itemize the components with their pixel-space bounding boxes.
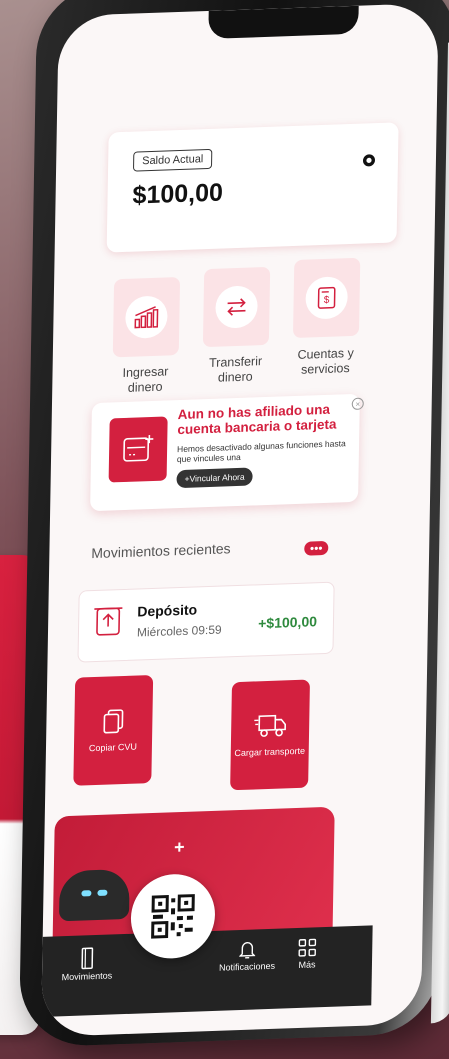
grid-icon	[298, 938, 317, 957]
eye-icon[interactable]	[362, 153, 376, 167]
phone-frame: Saldo Actual $100,00 Ingresar dinero Tra…	[18, 0, 449, 1048]
more-options-button[interactable]: •••	[304, 540, 329, 556]
copiar-cvu-button[interactable]: Copiar CVU	[73, 674, 154, 786]
action-transferir-dinero[interactable]	[202, 266, 271, 348]
nav-label-notificaciones: Notificaciones	[218, 960, 276, 973]
svg-text:$: $	[324, 295, 330, 306]
notebook-icon	[81, 947, 94, 970]
app-content: Saldo Actual $100,00 Ingresar dinero Tra…	[41, 3, 439, 1037]
balance-card: Saldo Actual $100,00	[106, 122, 399, 253]
copy-icon	[103, 708, 124, 734]
recent-movements-title: Movimientos recientes	[91, 540, 231, 562]
movement-title: Depósito	[137, 601, 198, 620]
qr-code-icon	[151, 894, 195, 939]
action-ingresar-label: Ingresar dinero	[122, 364, 169, 395]
bell-icon	[238, 942, 256, 959]
transfer-arrows-icon	[215, 285, 258, 329]
nav-item-movimientos[interactable]: Movimientos	[52, 946, 123, 982]
action-cuentas-servicios[interactable]: $	[292, 257, 361, 339]
cargar-transporte-label: Cargar transporte	[234, 745, 306, 758]
cargar-transporte-button[interactable]: Cargar transporte	[230, 679, 310, 791]
robot-mascot-icon	[58, 868, 130, 922]
nav-item-notificaciones[interactable]: Notificaciones	[212, 939, 283, 973]
truck-icon	[254, 714, 287, 737]
vincular-ahora-button[interactable]: +Vincular Ahora	[176, 467, 253, 489]
balance-amount: $100,00	[132, 178, 224, 210]
movement-date: Miércoles 09:59	[136, 622, 222, 640]
deposit-icon	[94, 607, 123, 636]
bill-document-icon: $	[305, 276, 348, 320]
action-transferir-label: Transferir dinero	[208, 354, 263, 385]
copiar-cvu-label: Copiar CVU	[88, 741, 138, 753]
promo-plus: +	[173, 836, 185, 858]
banner-description: Hemos desactivado algunas funciones hast…	[176, 438, 346, 465]
phone-notch	[208, 5, 359, 39]
nav-item-mas[interactable]: Más	[282, 937, 333, 971]
nav-label-movimientos: Movimientos	[61, 970, 113, 983]
close-icon[interactable]: ×	[351, 397, 364, 411]
phone-screen: Saldo Actual $100,00 Ingresar dinero Tra…	[40, 2, 439, 1037]
movement-amount: +$100,00	[258, 613, 318, 632]
nav-label-mas: Más	[298, 959, 316, 970]
affiliate-banner: Aun no has afiliado una cuenta bancaria …	[90, 393, 364, 512]
balance-label: Saldo Actual	[132, 148, 213, 172]
chart-growth-icon	[125, 295, 168, 339]
action-ingresar-dinero[interactable]	[112, 276, 181, 358]
list-item[interactable]: Depósito Miércoles 09:59 +$100,00	[77, 581, 335, 663]
banner-title: Aun no has afiliado una cuenta bancaria …	[177, 401, 337, 437]
card-add-icon	[108, 416, 168, 483]
action-cuentas-label: Cuentas y servicios	[297, 345, 354, 377]
